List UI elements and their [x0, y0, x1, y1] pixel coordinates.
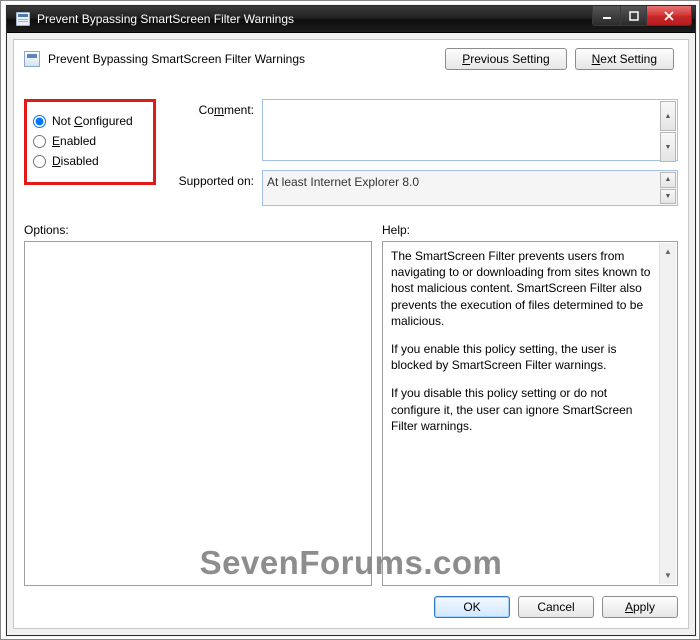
- supported-scroll[interactable]: ▲▼: [660, 172, 676, 204]
- options-pane: [24, 241, 372, 586]
- help-label: Help:: [382, 223, 410, 237]
- scroll-down-icon[interactable]: ▼: [660, 189, 676, 205]
- footer-buttons: OK Cancel Apply: [24, 586, 678, 618]
- help-text: The SmartScreen Filter prevents users fr…: [383, 242, 677, 452]
- scroll-up-icon[interactable]: ▲: [660, 101, 676, 131]
- state-radio-group: Not Configured Enabled Disabled: [24, 99, 156, 185]
- radio-disabled-input[interactable]: [33, 155, 46, 168]
- comment-scroll[interactable]: ▲▼: [660, 101, 676, 162]
- policy-icon: [15, 11, 31, 27]
- scroll-up-icon[interactable]: ▲: [660, 243, 676, 260]
- help-pane: The SmartScreen Filter prevents users fr…: [382, 241, 678, 586]
- outer-frame: Prevent Bypassing SmartScreen Filter War…: [0, 0, 700, 640]
- dialog-window: Prevent Bypassing SmartScreen Filter War…: [6, 5, 696, 636]
- close-button[interactable]: [646, 6, 692, 26]
- minimize-button[interactable]: [592, 6, 620, 26]
- client-area: Prevent Bypassing SmartScreen Filter War…: [13, 39, 689, 629]
- pane-labels: Options: Help:: [24, 223, 678, 237]
- scroll-down-icon[interactable]: ▼: [660, 567, 676, 584]
- comment-label: Comment:: [164, 99, 254, 164]
- panes: The SmartScreen Filter prevents users fr…: [24, 241, 678, 586]
- help-para: If you enable this policy setting, the u…: [391, 341, 655, 373]
- supported-on-label: Supported on:: [164, 170, 254, 188]
- policy-title: Prevent Bypassing SmartScreen Filter War…: [48, 52, 437, 66]
- title-bar[interactable]: Prevent Bypassing SmartScreen Filter War…: [7, 6, 695, 33]
- next-setting-button[interactable]: Next Setting: [575, 48, 674, 70]
- previous-setting-button[interactable]: Previous Setting: [445, 48, 566, 70]
- radio-enabled-input[interactable]: [33, 135, 46, 148]
- radio-enabled[interactable]: Enabled: [33, 134, 145, 148]
- radio-not-configured[interactable]: Not Configured: [33, 114, 145, 128]
- ok-button[interactable]: OK: [434, 596, 510, 618]
- scroll-down-icon[interactable]: ▼: [660, 132, 676, 162]
- options-label: Options:: [24, 223, 372, 237]
- header-row: Prevent Bypassing SmartScreen Filter War…: [24, 48, 678, 70]
- radio-disabled[interactable]: Disabled: [33, 154, 145, 168]
- help-para: If you disable this policy setting or do…: [391, 385, 655, 434]
- radio-not-configured-input[interactable]: [33, 115, 46, 128]
- divider: [24, 90, 678, 91]
- config-row: Not Configured Enabled Disabled Comment:: [24, 99, 678, 206]
- comment-textarea[interactable]: [262, 99, 678, 161]
- help-para: The SmartScreen Filter prevents users fr…: [391, 248, 655, 329]
- help-scrollbar[interactable]: ▲ ▼: [659, 243, 676, 584]
- cancel-button[interactable]: Cancel: [518, 596, 594, 618]
- divider: [24, 214, 678, 215]
- scroll-up-icon[interactable]: ▲: [660, 172, 676, 188]
- window-buttons: [592, 6, 692, 26]
- window-title: Prevent Bypassing SmartScreen Filter War…: [37, 12, 592, 26]
- policy-small-icon: [24, 51, 40, 67]
- apply-button[interactable]: Apply: [602, 596, 678, 618]
- supported-on-value: At least Internet Explorer 8.0: [262, 170, 678, 206]
- maximize-button[interactable]: [620, 6, 646, 26]
